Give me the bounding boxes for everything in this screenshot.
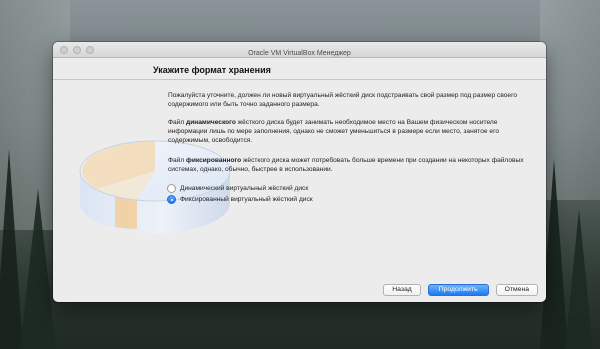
zoom-window-button[interactable] bbox=[86, 46, 94, 54]
intro-text: Пожалуйста уточните, должен ли новый вир… bbox=[168, 92, 518, 108]
minimize-window-button[interactable] bbox=[73, 46, 81, 54]
tree bbox=[565, 209, 593, 349]
wizard-buttons: Назад Продолжить Отмена bbox=[383, 284, 538, 296]
tree bbox=[20, 189, 56, 349]
page-title: Укажите формат хранения bbox=[153, 65, 271, 75]
dynamic-description-emphasis: динамического bbox=[186, 119, 236, 126]
dynamic-description: Файл динамического жёсткого диска будет … bbox=[168, 118, 538, 145]
radio-dynamic-label: Динамический виртуальный жёсткий диск bbox=[180, 185, 309, 192]
fixed-description: Файл фиксированного жёсткого диска может… bbox=[168, 156, 538, 174]
wizard-window: Oracle VM VirtualBox Менеджер Укажите фо… bbox=[53, 42, 546, 302]
radio-button-unchecked[interactable] bbox=[167, 184, 176, 193]
back-button[interactable]: Назад bbox=[383, 284, 421, 296]
window-title: Oracle VM VirtualBox Менеджер bbox=[248, 50, 351, 57]
close-window-button[interactable] bbox=[60, 46, 68, 54]
window-controls bbox=[60, 46, 94, 54]
title-bar[interactable]: Oracle VM VirtualBox Менеджер bbox=[53, 42, 546, 58]
fixed-description-prefix: Файл bbox=[168, 157, 187, 164]
radio-dynamic-disk[interactable]: Динамический виртуальный жёсткий диск bbox=[167, 184, 308, 193]
continue-button[interactable]: Продолжить bbox=[427, 284, 489, 296]
radio-button-checked[interactable] bbox=[167, 195, 176, 204]
header-divider bbox=[53, 79, 546, 80]
cancel-button[interactable]: Отмена bbox=[495, 284, 538, 296]
wizard-content: Укажите формат хранения Пожалуйста уточн… bbox=[53, 59, 546, 302]
dynamic-description-prefix: Файл bbox=[168, 119, 187, 126]
radio-fixed-label: Фиксированный виртуальный жёсткий диск bbox=[180, 196, 313, 203]
radio-fixed-disk[interactable]: Фиксированный виртуальный жёсткий диск bbox=[167, 195, 313, 204]
fixed-description-emphasis: фиксированного bbox=[186, 157, 242, 164]
